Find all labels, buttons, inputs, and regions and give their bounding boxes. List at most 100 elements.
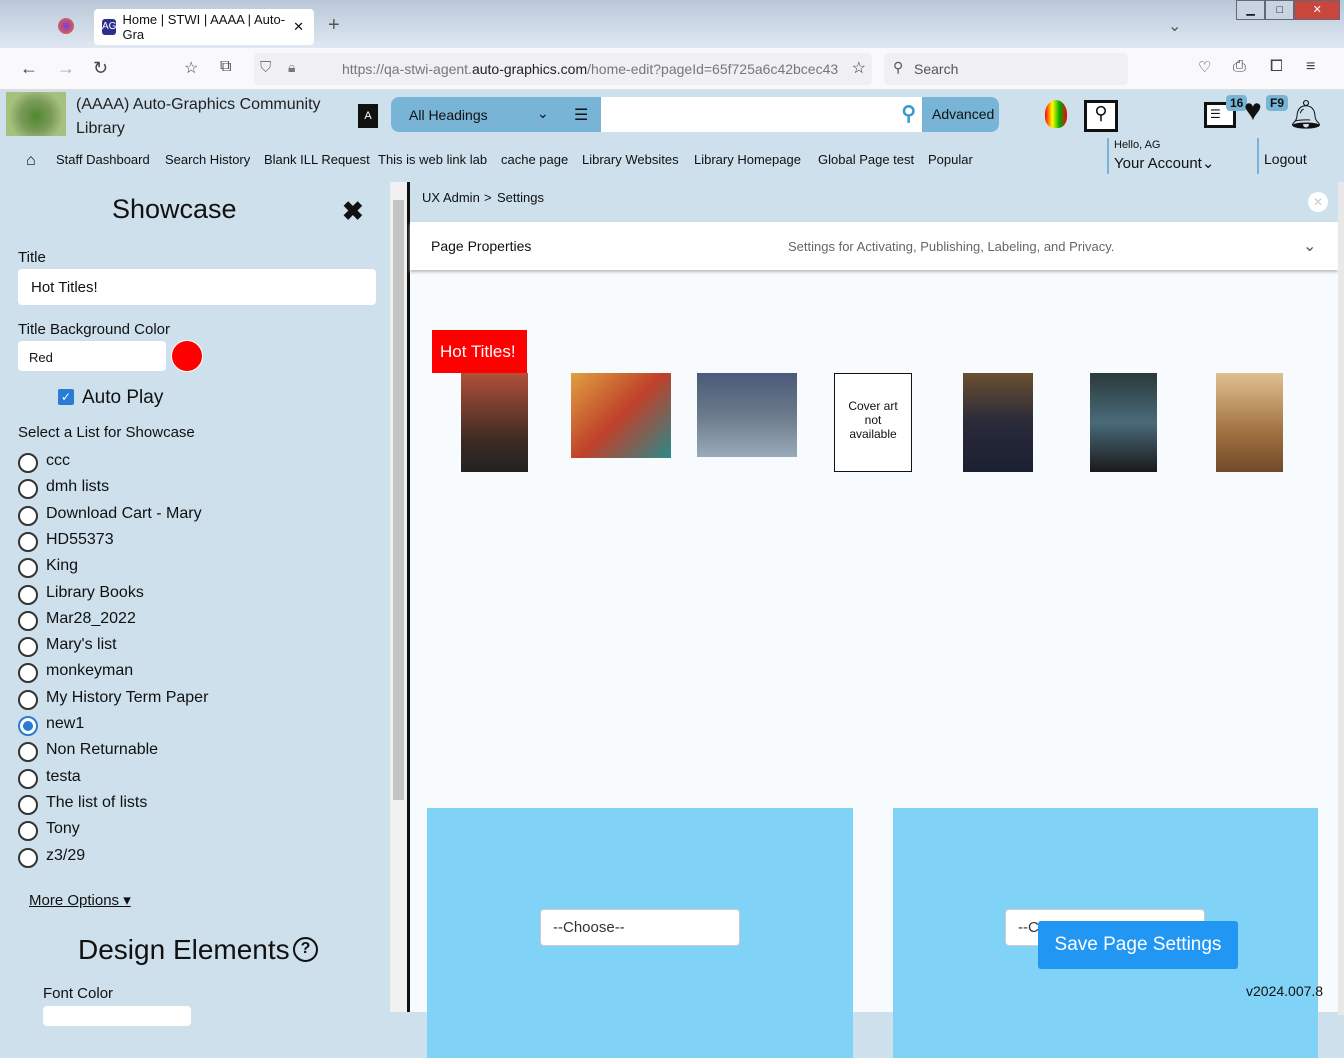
list-option-label[interactable]: Non Returnable (46, 741, 158, 759)
logout-link[interactable]: Logout (1264, 151, 1307, 167)
close-icon[interactable]: ✖ (342, 196, 364, 227)
list-option-label[interactable]: monkeyman (46, 662, 133, 680)
list-radio[interactable] (18, 794, 38, 815)
list-radio[interactable] (18, 716, 38, 736)
list-radio[interactable] (18, 637, 38, 658)
menu-cache-page[interactable]: cache page (501, 152, 568, 167)
panel-scrollbar[interactable] (390, 182, 407, 1012)
advanced-search-button[interactable]: Advanced (922, 97, 999, 132)
book-cover[interactable] (461, 373, 528, 472)
list-radio[interactable] (18, 584, 38, 605)
maximize-button[interactable]: □ (1265, 0, 1295, 20)
page-scrollbar[interactable] (1338, 182, 1344, 1015)
no-cover-placeholder[interactable]: Cover art not available (834, 373, 912, 472)
back-icon[interactable]: ← (20, 58, 38, 79)
list-option-label[interactable]: z3/29 (46, 847, 85, 865)
menu-blank-ill-request[interactable]: Blank ILL Request (264, 152, 370, 167)
help-icon[interactable]: ? (293, 937, 318, 962)
list-radio[interactable] (18, 742, 38, 763)
list-option-label[interactable]: dmh lists (46, 478, 109, 496)
close-window-button[interactable]: ✕ (1294, 0, 1340, 20)
save-page-settings-button[interactable]: Save Page Settings (1038, 921, 1238, 969)
list-option-label[interactable]: ccc (46, 452, 70, 470)
database-icon[interactable]: ☰ (574, 105, 588, 125)
book-cover[interactable] (1216, 373, 1283, 472)
list-option-label[interactable]: Download Cart - Mary (46, 505, 202, 523)
book-cover[interactable] (963, 373, 1033, 472)
library-name[interactable]: (AAAA) Auto-Graphics Community Library (76, 93, 336, 141)
menu-search-history[interactable]: Search History (165, 152, 250, 167)
your-account-menu[interactable]: Your Account⌄ (1114, 154, 1214, 172)
bg-color-input[interactable]: Red (18, 341, 166, 371)
extensions-icon[interactable]: ⧠ (1270, 58, 1283, 76)
heart-icon[interactable]: ♥ (1244, 94, 1262, 128)
menu-global-page-test[interactable]: Global Page test (818, 152, 914, 167)
home-icon[interactable]: ⌂ (26, 152, 36, 170)
upload-search-icon[interactable]: ⚲ (1084, 100, 1118, 132)
menu-web-link-lab[interactable]: This is web link lab (378, 152, 487, 167)
bell-icon[interactable]: 🔔︎ (1288, 98, 1324, 131)
list-option-label[interactable]: testa (46, 768, 81, 786)
list-option-label[interactable]: The list of lists (46, 794, 147, 812)
menu-library-websites[interactable]: Library Websites (582, 152, 679, 167)
menu-staff-dashboard[interactable]: Staff Dashboard (56, 152, 150, 167)
color-swatch[interactable] (171, 340, 203, 372)
book-cover[interactable] (1090, 373, 1157, 472)
bookmark-star-icon[interactable]: ☆ (851, 58, 866, 78)
list-option-label[interactable]: HD55373 (46, 531, 114, 549)
list-radio[interactable] (18, 531, 38, 552)
reload-icon[interactable]: ↻ (93, 58, 108, 79)
list-radio[interactable] (18, 689, 38, 710)
list-option-label[interactable]: Mary's list (46, 636, 117, 654)
bookmark-page-icon[interactable]: ☆ (184, 58, 198, 78)
print-icon[interactable]: ⎙ (1233, 58, 1246, 76)
list-radio[interactable] (18, 558, 38, 579)
search-input[interactable]: ⚲ (601, 97, 922, 132)
new-tab-button[interactable]: + (328, 14, 340, 37)
browser-search-field[interactable]: ⚲ Search (884, 53, 1128, 85)
choose-select-left[interactable]: --Choose-- (540, 909, 740, 946)
list-radio[interactable] (18, 768, 38, 789)
list-radio[interactable] (18, 847, 38, 868)
list-radio[interactable] (18, 479, 38, 500)
tab-list-chevron-icon[interactable]: ⌄ (1168, 16, 1181, 36)
list-option-label[interactable]: Library Books (46, 584, 144, 602)
url-bar[interactable]: ⛉ 🔒︎ https://qa-stwi-agent.auto-graphics… (254, 53, 872, 85)
minimize-button[interactable]: ▁ (1236, 0, 1266, 20)
list-radio[interactable] (18, 610, 38, 631)
search-scope-select[interactable]: All Headings ⌄ ☰ (391, 97, 601, 132)
close-circle-icon[interactable]: ✕ (1308, 192, 1328, 212)
breadcrumb-ux-admin[interactable]: UX Admin (422, 190, 480, 205)
balloon-icon[interactable] (1045, 100, 1067, 128)
list-option-label[interactable]: My History Term Paper (46, 689, 208, 707)
menu-icon[interactable]: ≡ (1306, 58, 1315, 76)
list-option-label[interactable]: King (46, 557, 78, 575)
pocket-icon[interactable]: ♡ (1198, 58, 1211, 76)
window-controls: ▁ □ ✕ (1236, 0, 1340, 20)
browser-tab[interactable]: AG Home | STWI | AAAA | Auto-Gra ✕ (94, 9, 314, 45)
search-icon[interactable]: ⚲ (901, 101, 916, 126)
list-radio[interactable] (18, 505, 38, 526)
more-options-link[interactable]: More Options ▾ (29, 891, 131, 909)
language-icon[interactable]: A (358, 104, 378, 128)
list-option-label[interactable]: Mar28_2022 (46, 610, 136, 628)
book-cover[interactable] (697, 373, 797, 457)
close-tab-icon[interactable]: ✕ (293, 19, 304, 35)
list-option-label[interactable]: Tony (46, 820, 80, 838)
list-radio[interactable] (18, 663, 38, 684)
menu-popular[interactable]: Popular (928, 152, 973, 167)
scrollbar-thumb[interactable] (393, 200, 404, 800)
share-icon[interactable]: ⧉ (220, 58, 231, 76)
list-radio[interactable] (18, 821, 38, 842)
list-radio[interactable] (18, 453, 38, 473)
page-properties-accordion[interactable]: Page Properties Settings for Activating,… (410, 222, 1338, 270)
menu-library-homepage[interactable]: Library Homepage (694, 152, 801, 167)
autoplay-checkbox[interactable]: ✓ (58, 389, 74, 405)
forward-icon[interactable]: → (57, 58, 75, 79)
title-input[interactable]: Hot Titles! (18, 269, 376, 305)
book-cover[interactable] (571, 373, 671, 458)
library-logo[interactable] (6, 92, 66, 136)
font-color-input[interactable] (43, 1006, 191, 1026)
list-option-label[interactable]: new1 (46, 715, 84, 733)
search-scope-value: All Headings (409, 107, 488, 123)
